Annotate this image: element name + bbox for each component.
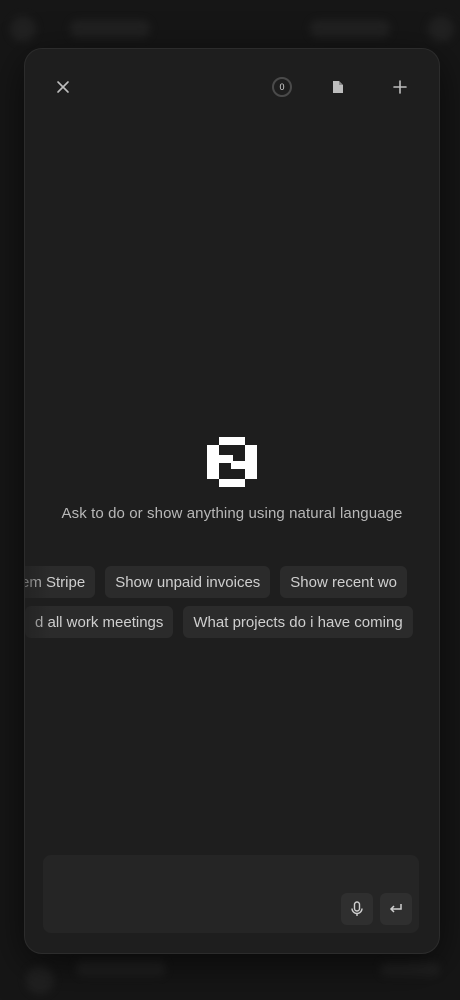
suggestion-chip[interactable]: What projects do i have coming bbox=[183, 606, 413, 638]
suggestion-chip[interactable]: Show recent wo bbox=[280, 566, 408, 598]
voice-input-button[interactable] bbox=[341, 893, 373, 925]
suggestions-row-1: em Stripe Show unpaid invoices Show rece… bbox=[25, 566, 439, 600]
close-icon bbox=[57, 81, 69, 93]
suggestion-chip[interactable]: Show unpaid invoices bbox=[105, 566, 271, 598]
counter-badge: 0 bbox=[272, 77, 292, 97]
counter-button[interactable]: 0 bbox=[268, 73, 296, 101]
suggestions-row-2: d all work meetings What projects do i h… bbox=[25, 606, 439, 640]
suggestion-chip[interactable]: d all work meetings bbox=[25, 606, 174, 638]
send-button[interactable] bbox=[380, 893, 412, 925]
message-input[interactable] bbox=[53, 865, 337, 899]
document-button[interactable] bbox=[324, 73, 352, 101]
document-icon bbox=[333, 81, 343, 93]
close-button[interactable] bbox=[49, 73, 77, 101]
suggestion-chip[interactable]: em Stripe bbox=[25, 566, 96, 598]
microphone-icon bbox=[351, 901, 363, 916]
app-logo bbox=[207, 437, 257, 487]
new-chat-button[interactable] bbox=[386, 73, 414, 101]
plus-icon bbox=[393, 80, 407, 94]
message-composer bbox=[43, 855, 419, 933]
enter-return-icon bbox=[389, 904, 402, 913]
empty-state-headline: Ask to do or show anything using natural… bbox=[61, 505, 403, 522]
ai-assistant-modal: 0 Ask to do or show anything using natur… bbox=[24, 48, 440, 954]
